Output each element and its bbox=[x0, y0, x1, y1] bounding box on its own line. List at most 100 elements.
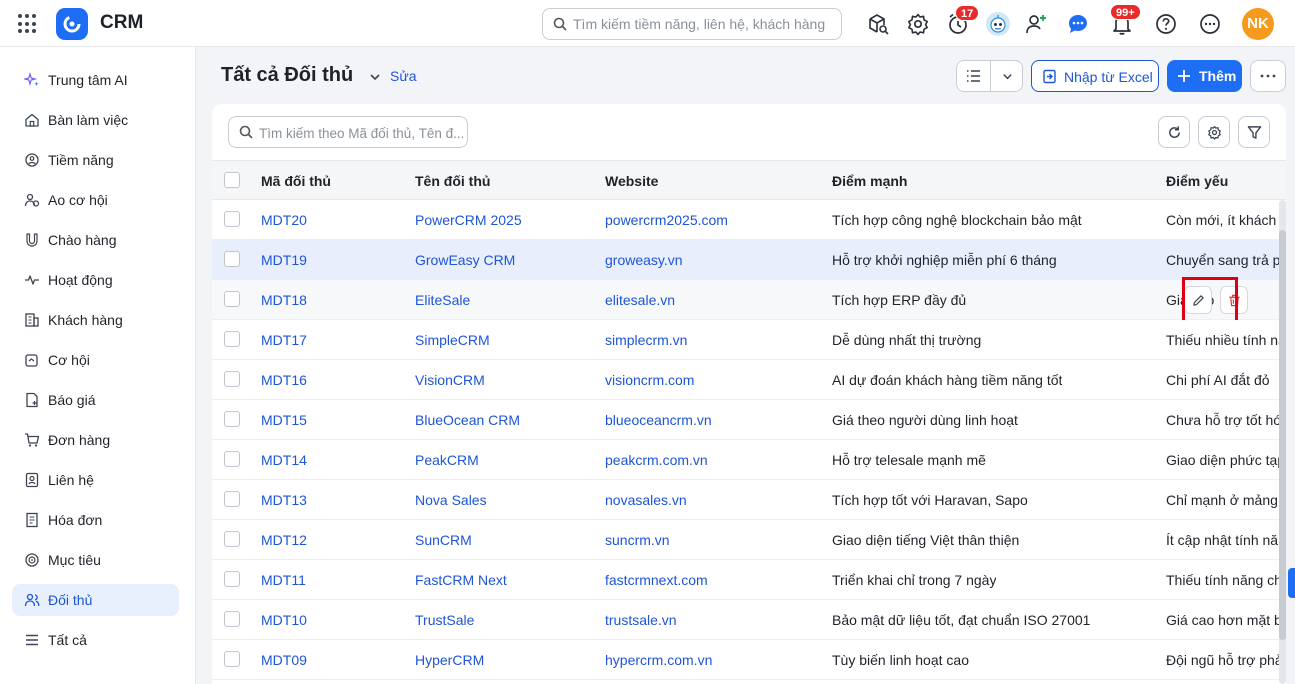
sidebar-item-competitors[interactable]: Đối thủ bbox=[12, 584, 179, 616]
competitor-name-link[interactable]: VisionCRM bbox=[415, 372, 485, 388]
competitor-name-link[interactable]: SunCRM bbox=[415, 532, 472, 548]
table-row[interactable]: MDT09 HyperCRM hypercrm.com.vn Tùy biến … bbox=[212, 640, 1286, 680]
column-header-name[interactable]: Tên đối thủ bbox=[415, 173, 490, 189]
list-view-button[interactable] bbox=[957, 61, 990, 91]
column-header-code[interactable]: Mã đối thủ bbox=[261, 173, 331, 189]
view-toggle[interactable] bbox=[956, 60, 1023, 92]
row-checkbox[interactable] bbox=[224, 211, 240, 227]
row-checkbox[interactable] bbox=[224, 531, 240, 547]
row-checkbox[interactable] bbox=[224, 451, 240, 467]
competitor-code-link[interactable]: MDT20 bbox=[261, 212, 307, 228]
sidebar-item-orders[interactable]: Đơn hàng bbox=[12, 424, 179, 456]
sidebar-item-contacts[interactable]: Liên hệ bbox=[12, 464, 179, 496]
more-actions-button[interactable] bbox=[1250, 60, 1286, 92]
refresh-button[interactable] bbox=[1158, 116, 1190, 148]
competitor-code-link[interactable]: MDT13 bbox=[261, 492, 307, 508]
row-checkbox[interactable] bbox=[224, 411, 240, 427]
sidebar-item-ai-center[interactable]: Trung tâm AI bbox=[12, 64, 179, 96]
sidebar-item-leads[interactable]: Tiềm năng bbox=[12, 144, 179, 176]
add-button[interactable]: Thêm bbox=[1167, 60, 1242, 92]
sidebar-item-opportunity-pool[interactable]: Ao cơ hội bbox=[12, 184, 179, 216]
sidebar-item-quotes[interactable]: Báo giá bbox=[12, 384, 179, 416]
competitor-name-link[interactable]: PeakCRM bbox=[415, 452, 479, 468]
chevron-down-icon[interactable] bbox=[368, 70, 382, 84]
competitor-name-link[interactable]: TrustSale bbox=[415, 612, 474, 628]
global-search-input[interactable] bbox=[573, 14, 835, 34]
website-link[interactable]: visioncrm.com bbox=[605, 372, 694, 388]
competitor-code-link[interactable]: MDT10 bbox=[261, 612, 307, 628]
table-row[interactable]: MDT16 VisionCRM visioncrm.com AI dự đoán… bbox=[212, 360, 1286, 400]
competitor-name-link[interactable]: Nova Sales bbox=[415, 492, 487, 508]
website-link[interactable]: fastcrmnext.com bbox=[605, 572, 708, 588]
edit-view-link[interactable]: Sửa bbox=[390, 68, 417, 84]
scrollbar-thumb[interactable] bbox=[1279, 230, 1286, 640]
row-checkbox[interactable] bbox=[224, 371, 240, 387]
website-link[interactable]: groweasy.vn bbox=[605, 252, 683, 268]
row-checkbox[interactable] bbox=[224, 251, 240, 267]
chat-icon[interactable] bbox=[1066, 12, 1090, 36]
table-row[interactable]: MDT14 PeakCRM peakcrm.com.vn Hỗ trợ tele… bbox=[212, 440, 1286, 480]
website-link[interactable]: novasales.vn bbox=[605, 492, 687, 508]
list-search-input[interactable] bbox=[259, 123, 463, 143]
side-panel-toggle[interactable] bbox=[1288, 568, 1295, 598]
competitor-code-link[interactable]: MDT11 bbox=[261, 572, 306, 588]
competitor-name-link[interactable]: GrowEasy CRM bbox=[415, 252, 515, 268]
more-icon[interactable] bbox=[1198, 12, 1222, 36]
sidebar-item-goals[interactable]: Mục tiêu bbox=[12, 544, 179, 576]
list-search[interactable] bbox=[228, 116, 468, 148]
sidebar-item-opportunities[interactable]: Cơ hội bbox=[12, 344, 179, 376]
row-checkbox[interactable] bbox=[224, 571, 240, 587]
view-dropdown-button[interactable] bbox=[991, 61, 1024, 91]
import-excel-button[interactable]: Nhập từ Excel bbox=[1031, 60, 1159, 92]
help-icon[interactable] bbox=[1154, 12, 1178, 36]
user-avatar[interactable]: NK bbox=[1242, 8, 1274, 40]
website-link[interactable]: powercrm2025.com bbox=[605, 212, 728, 228]
row-checkbox[interactable] bbox=[224, 491, 240, 507]
table-row[interactable]: MDT10 TrustSale trustsale.vn Bảo mật dữ … bbox=[212, 600, 1286, 640]
competitor-name-link[interactable]: SimpleCRM bbox=[415, 332, 490, 348]
sidebar-item-offers[interactable]: Chào hàng bbox=[12, 224, 179, 256]
row-checkbox[interactable] bbox=[224, 611, 240, 627]
table-row[interactable]: MDT11 FastCRM Next fastcrmnext.com Triển… bbox=[212, 560, 1286, 600]
competitor-code-link[interactable]: MDT19 bbox=[261, 252, 307, 268]
row-checkbox[interactable] bbox=[224, 291, 240, 307]
competitor-name-link[interactable]: EliteSale bbox=[415, 292, 470, 308]
table-row[interactable]: MDT20 PowerCRM 2025 powercrm2025.com Tíc… bbox=[212, 200, 1286, 240]
column-header-strength[interactable]: Điểm mạnh bbox=[832, 173, 907, 189]
competitor-code-link[interactable]: MDT18 bbox=[261, 292, 307, 308]
competitor-name-link[interactable]: FastCRM Next bbox=[415, 572, 507, 588]
row-checkbox[interactable] bbox=[224, 331, 240, 347]
global-search[interactable] bbox=[542, 8, 842, 40]
website-link[interactable]: peakcrm.com.vn bbox=[605, 452, 708, 468]
settings-button[interactable] bbox=[1198, 116, 1230, 148]
website-link[interactable]: blueoceancrm.vn bbox=[605, 412, 712, 428]
filter-button[interactable] bbox=[1238, 116, 1270, 148]
website-link[interactable]: simplecrm.vn bbox=[605, 332, 687, 348]
robot-avatar[interactable] bbox=[986, 12, 1010, 36]
sidebar-item-workspace[interactable]: Bàn làm việc bbox=[12, 104, 179, 136]
competitor-code-link[interactable]: MDT16 bbox=[261, 372, 307, 388]
competitor-code-link[interactable]: MDT17 bbox=[261, 332, 307, 348]
apps-grid-icon[interactable] bbox=[18, 14, 38, 34]
crm-logo[interactable] bbox=[56, 8, 88, 40]
sidebar-item-customers[interactable]: Khách hàng bbox=[12, 304, 179, 336]
table-row[interactable]: MDT17 SimpleCRM simplecrm.vn Dễ dùng nhấ… bbox=[212, 320, 1286, 360]
gear-icon[interactable] bbox=[906, 12, 930, 36]
sidebar-item-activities[interactable]: Hoạt động bbox=[12, 264, 179, 296]
competitor-name-link[interactable]: BlueOcean CRM bbox=[415, 412, 520, 428]
table-row[interactable]: MDT18 EliteSale elitesale.vn Tích hợp ER… bbox=[212, 277, 1286, 323]
competitor-name-link[interactable]: HyperCRM bbox=[415, 652, 484, 668]
competitor-code-link[interactable]: MDT15 bbox=[261, 412, 307, 428]
table-row[interactable]: MDT12 SunCRM suncrm.vn Giao diện tiếng V… bbox=[212, 520, 1286, 560]
table-row[interactable]: MDT13 Nova Sales novasales.vn Tích hợp t… bbox=[212, 480, 1286, 520]
box-search-icon[interactable] bbox=[866, 12, 890, 36]
website-link[interactable]: suncrm.vn bbox=[605, 532, 670, 548]
table-scrollbar[interactable] bbox=[1279, 200, 1286, 684]
add-user-icon[interactable] bbox=[1024, 12, 1048, 36]
website-link[interactable]: trustsale.vn bbox=[605, 612, 677, 628]
sidebar-item-invoices[interactable]: Hóa đơn bbox=[12, 504, 179, 536]
website-link[interactable]: hypercrm.com.vn bbox=[605, 652, 712, 668]
column-header-weakness[interactable]: Điểm yếu bbox=[1166, 173, 1228, 189]
competitor-code-link[interactable]: MDT12 bbox=[261, 532, 307, 548]
column-header-website[interactable]: Website bbox=[605, 173, 658, 189]
